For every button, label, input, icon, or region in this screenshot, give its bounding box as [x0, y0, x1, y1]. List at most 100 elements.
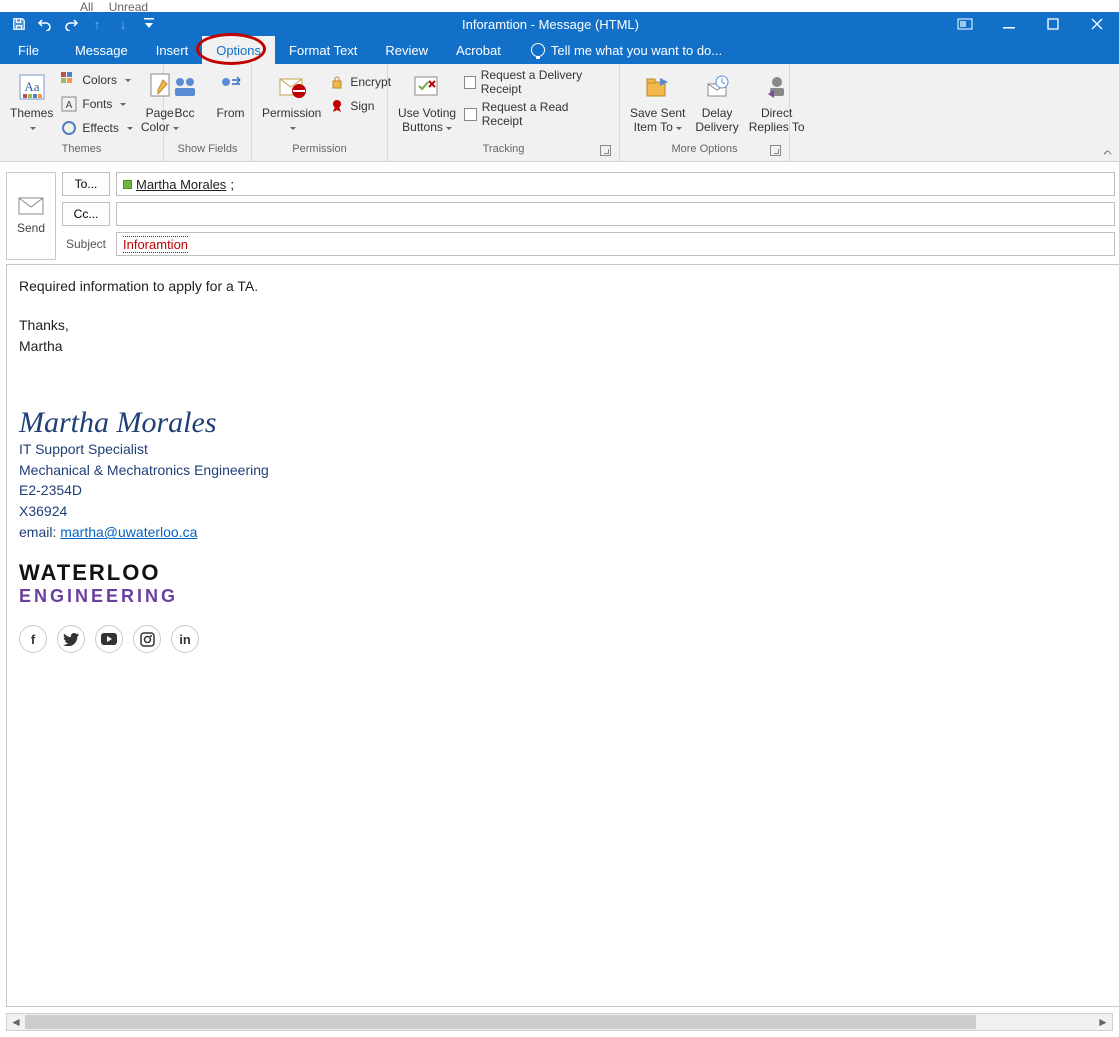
effects-button[interactable]: Effects	[59, 117, 134, 139]
logo-line1: WATERLOO	[19, 560, 1107, 586]
tab-message[interactable]: Message	[61, 36, 142, 64]
ribbon-display-icon[interactable]	[943, 12, 987, 36]
group-permission: Permission Encrypt Sign Permission	[252, 64, 388, 161]
send-icon	[18, 197, 44, 215]
window-title: Inforamtion - Message (HTML)	[158, 17, 943, 32]
social-icons: f in	[19, 625, 1107, 653]
dialog-launcher-icon[interactable]	[600, 145, 611, 156]
effects-icon	[61, 120, 77, 136]
from-icon	[215, 71, 247, 103]
signature-email-link[interactable]: martha@uwaterloo.ca	[60, 524, 197, 540]
tab-format-text[interactable]: Format Text	[275, 36, 371, 64]
scroll-track[interactable]	[25, 1014, 1094, 1030]
message-body[interactable]: Required information to apply for a TA. …	[6, 264, 1119, 1007]
group-label-more-options: More Options	[626, 143, 783, 161]
direct-replies-icon	[761, 71, 793, 103]
compose-header: Send To... Martha Morales; Cc... Subject…	[0, 166, 1119, 266]
from-button[interactable]: From	[211, 67, 251, 122]
read-receipt-checkbox[interactable]: Request a Read Receipt	[462, 103, 611, 125]
send-button[interactable]: Send	[6, 172, 56, 260]
logo-line2: ENGINEERING	[19, 586, 1107, 607]
twitter-icon[interactable]	[57, 625, 85, 653]
window-controls	[943, 12, 1119, 36]
svg-text:Aa: Aa	[24, 79, 39, 94]
qat-customize-icon[interactable]	[140, 15, 158, 33]
tell-me-label: Tell me what you want to do...	[551, 43, 722, 58]
colors-icon	[61, 72, 77, 88]
save-icon[interactable]	[10, 15, 28, 33]
group-show-fields: Bcc From Show Fields	[164, 64, 252, 161]
voting-label: Use Voting Buttons	[398, 106, 456, 134]
group-label-tracking: Tracking	[394, 143, 613, 161]
subject-field[interactable]: Inforamtion	[116, 232, 1115, 256]
voting-buttons-button[interactable]: Use Voting Buttons	[394, 67, 460, 136]
tab-acrobat[interactable]: Acrobat	[442, 36, 515, 64]
close-button[interactable]	[1075, 12, 1119, 36]
subject-label: Subject	[62, 237, 110, 251]
bcc-button[interactable]: Bcc	[165, 67, 205, 122]
redo-icon[interactable]	[62, 15, 80, 33]
tab-review[interactable]: Review	[371, 36, 442, 64]
tab-file[interactable]: File	[0, 36, 61, 64]
group-tracking: Use Voting Buttons Request a Delivery Re…	[388, 64, 620, 161]
facebook-icon[interactable]: f	[19, 625, 47, 653]
tell-me-search[interactable]: Tell me what you want to do...	[515, 36, 722, 64]
background-window-peek: All Unread	[0, 0, 1119, 12]
permission-icon	[276, 71, 308, 103]
delay-label: Delay Delivery	[695, 106, 738, 134]
signature-title: IT Support Specialist	[19, 440, 1107, 459]
to-button[interactable]: To...	[62, 172, 110, 196]
body-line: Required information to apply for a TA.	[19, 277, 1107, 296]
undo-icon[interactable]	[36, 15, 54, 33]
body-thanks: Thanks,	[19, 316, 1107, 335]
scroll-left-icon[interactable]: ◄	[7, 1014, 25, 1030]
themes-button[interactable]: Aa Themes	[6, 67, 57, 136]
body-name: Martha	[19, 337, 1107, 356]
tab-options[interactable]: Options	[202, 36, 275, 64]
cc-field[interactable]	[116, 202, 1115, 226]
bcc-label: Bcc	[174, 106, 194, 120]
scroll-right-icon[interactable]: ►	[1094, 1014, 1112, 1030]
linkedin-icon[interactable]: in	[171, 625, 199, 653]
signature-dept: Mechanical & Mechatronics Engineering	[19, 461, 1107, 480]
collapse-ribbon-icon[interactable]: ᨈ	[1104, 146, 1113, 159]
to-field[interactable]: Martha Morales;	[116, 172, 1115, 196]
lightbulb-icon	[531, 43, 545, 57]
fonts-button[interactable]: AFonts	[59, 93, 134, 115]
group-label-show-fields: Show Fields	[170, 143, 245, 161]
group-themes: Aa Themes Colors AFonts Effects Page Col…	[0, 64, 164, 161]
prev-item-icon: ↑	[88, 15, 106, 33]
colors-button[interactable]: Colors	[59, 69, 134, 91]
fonts-icon: A	[61, 96, 77, 112]
signature-ext: X36924	[19, 502, 1107, 521]
ribbon: Aa Themes Colors AFonts Effects Page Col…	[0, 64, 1119, 162]
quick-access-toolbar: ↑ ↓	[0, 15, 158, 33]
direct-replies-button[interactable]: Direct Replies To	[745, 67, 809, 136]
lock-icon	[329, 74, 345, 90]
youtube-icon[interactable]	[95, 625, 123, 653]
subject-text: Inforamtion	[123, 236, 188, 253]
instagram-icon[interactable]	[133, 625, 161, 653]
save-sent-button[interactable]: Save Sent Item To	[626, 67, 689, 136]
from-label: From	[217, 106, 245, 120]
tab-insert[interactable]: Insert	[142, 36, 203, 64]
ribbon-badge-icon	[329, 98, 345, 114]
sign-button[interactable]: Sign	[327, 95, 393, 117]
signature-logo: WATERLOO ENGINEERING	[19, 560, 1107, 607]
horizontal-scrollbar[interactable]: ◄ ►	[6, 1013, 1113, 1031]
title-bar: ↑ ↓ Inforamtion - Message (HTML)	[0, 12, 1119, 36]
direct-replies-label: Direct Replies To	[749, 106, 805, 134]
maximize-button[interactable]	[1031, 12, 1075, 36]
voting-icon	[411, 71, 443, 103]
delivery-receipt-checkbox[interactable]: Request a Delivery Receipt	[462, 71, 611, 93]
group-label-permission: Permission	[258, 143, 381, 161]
cc-button[interactable]: Cc...	[62, 202, 110, 226]
scroll-thumb[interactable]	[25, 1015, 976, 1029]
delay-delivery-button[interactable]: Delay Delivery	[691, 67, 742, 136]
encrypt-button[interactable]: Encrypt	[327, 71, 393, 93]
save-sent-icon	[642, 71, 674, 103]
permission-button[interactable]: Permission	[258, 67, 325, 136]
dialog-launcher-icon[interactable]	[770, 145, 781, 156]
recipient-chip[interactable]: Martha Morales	[136, 177, 226, 192]
minimize-button[interactable]	[987, 12, 1031, 36]
